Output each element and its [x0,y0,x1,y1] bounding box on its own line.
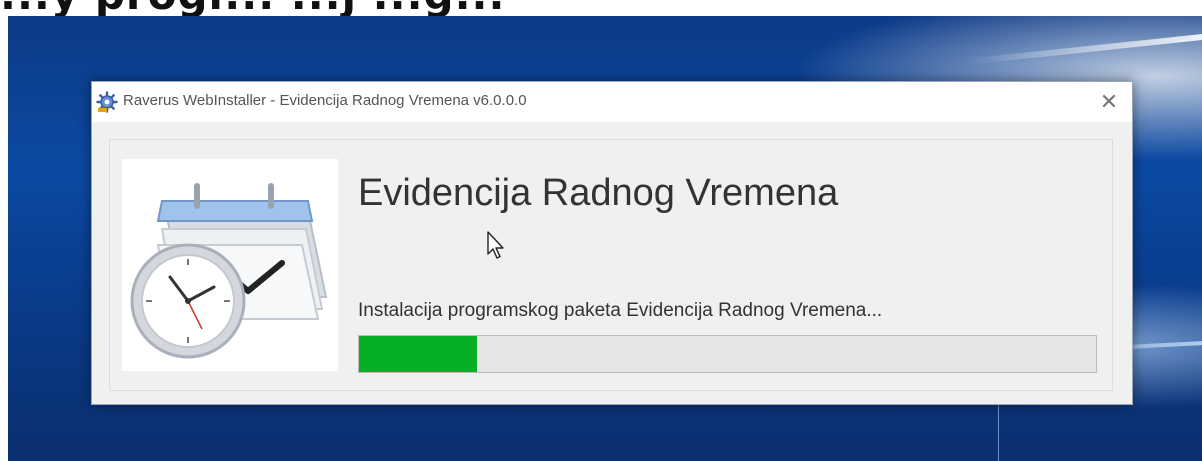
calendar-clock-icon [130,183,328,359]
app-title: Evidencija Radnog Vremena [358,172,839,214]
app-image [122,159,338,371]
installer-content: Evidencija Radnog Vremena Instalacija pr… [109,139,1113,391]
wallpaper-light-line [998,396,999,461]
progress-fill [359,336,477,372]
window-title: Raverus WebInstaller - Evidencija Radnog… [123,92,527,109]
close-icon: ✕ [1099,89,1119,114]
title-bar[interactable]: Raverus WebInstaller - Evidencija Radnog… [92,82,1132,122]
close-button[interactable]: ✕ [1086,82,1132,122]
gear-icon [96,91,118,113]
wallpaper-light-streak [968,33,1202,65]
installer-window: Raverus WebInstaller - Evidencija Radnog… [91,81,1133,405]
install-status: Instalacija programskog paketa Evidencij… [358,300,883,321]
install-progress-bar [358,335,1097,373]
mouse-pointer-icon [487,231,504,259]
